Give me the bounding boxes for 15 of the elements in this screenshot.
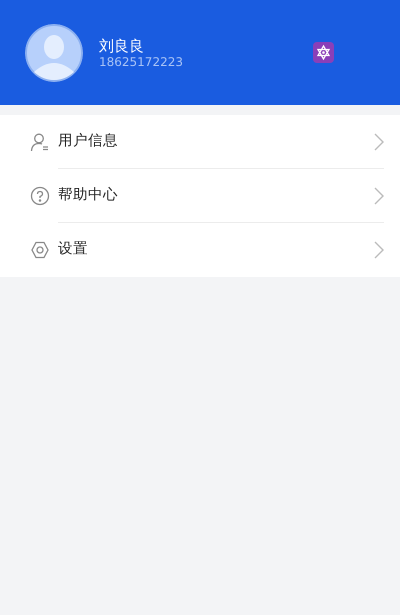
chevron-icon [374, 241, 384, 259]
phone-number: 18625172223 [99, 54, 184, 68]
settings-icon [30, 240, 50, 260]
menu-label: 用户信息 [58, 132, 118, 151]
help-icon [30, 186, 50, 206]
person-icon [30, 132, 50, 152]
avatar-icon [25, 24, 83, 82]
menu-label: 设置 [58, 240, 88, 260]
chevron-icon [374, 186, 384, 204]
menu-label: 帮助中心 [58, 186, 118, 205]
chevron-icon [374, 132, 384, 150]
user-name: 刘良良 [99, 36, 145, 54]
menu-item[interactable]: 帮助中心 [0, 169, 400, 223]
menu-item[interactable]: 设置 [0, 223, 400, 277]
menu-item[interactable]: 用户信息 [0, 115, 400, 169]
